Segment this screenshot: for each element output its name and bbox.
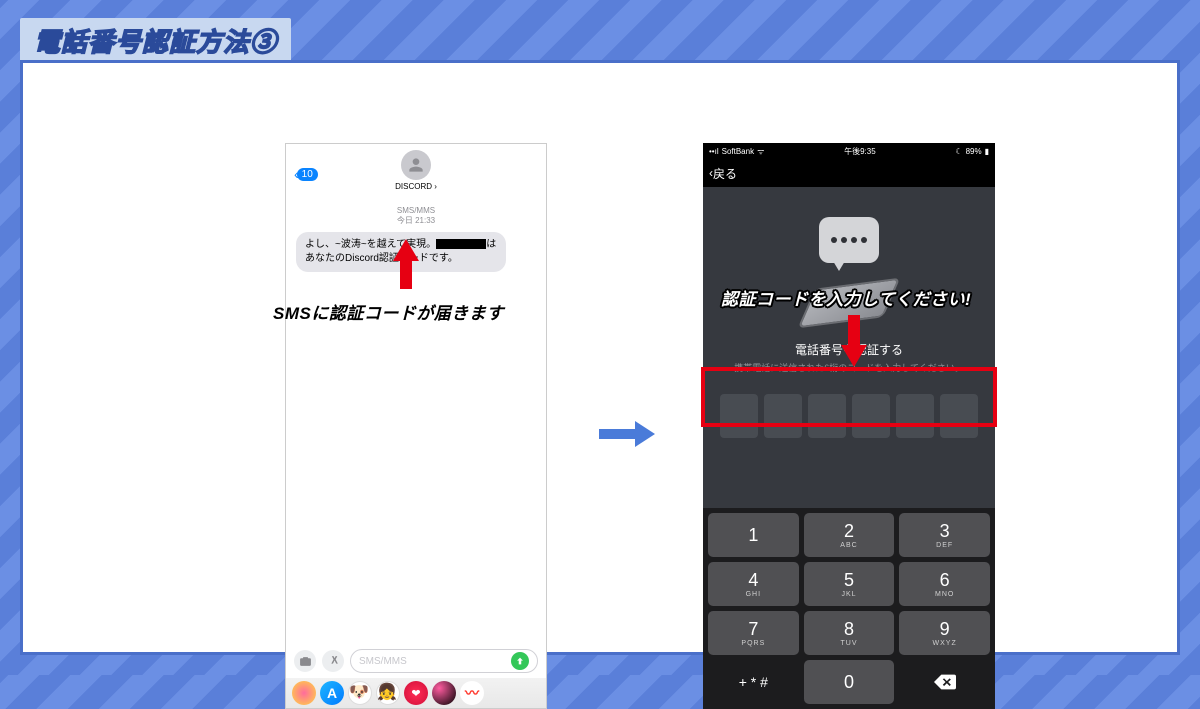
- code-digit-3[interactable]: [808, 394, 846, 438]
- key-8[interactable]: 8TUV: [804, 611, 895, 655]
- key-2[interactable]: 2ABC: [804, 513, 895, 557]
- appstore-button[interactable]: [322, 650, 344, 672]
- appstore-icon: [327, 655, 340, 668]
- discord-back-button[interactable]: ‹ 戻る: [703, 159, 995, 187]
- signal-icon: ••ıl: [709, 147, 719, 156]
- arrow-down-icon: [841, 315, 867, 367]
- tray-app-memoji2[interactable]: 👧: [376, 681, 400, 705]
- annotation-enter-code: 認証コードを入力してください!: [721, 285, 971, 310]
- camera-icon: [299, 655, 312, 668]
- status-time: 午後9:35: [844, 146, 876, 157]
- key-backspace[interactable]: [899, 660, 990, 704]
- content-panel: ‹ 10 DISCORD › SMS/MMS 今日 21:33 よし、~波涛~を…: [20, 60, 1180, 655]
- redacted-code: [436, 239, 486, 249]
- tray-app-stocks[interactable]: 〰: [460, 681, 484, 705]
- arrow-right-icon: [599, 421, 655, 447]
- tray-app-photos[interactable]: [292, 681, 316, 705]
- key-symbols[interactable]: + * #: [708, 660, 799, 704]
- message-placeholder: SMS/MMS: [359, 656, 407, 667]
- send-button[interactable]: [511, 652, 529, 670]
- numeric-keypad: 1 2ABC 3DEF 4GHI 5JKL 6MNO 7PQRS 8TUV 9W…: [703, 508, 995, 709]
- key-0[interactable]: 0: [804, 660, 895, 704]
- code-input-row[interactable]: [714, 388, 984, 444]
- key-6[interactable]: 6MNO: [899, 562, 990, 606]
- tray-app-music[interactable]: [432, 681, 456, 705]
- speech-bubble-icon: [819, 217, 879, 263]
- battery-icon: ▮: [985, 147, 989, 156]
- annotation-sms-arrives: SMSに認証コードが届きます: [273, 299, 504, 324]
- tray-app-memoji[interactable]: 🐶: [348, 681, 372, 705]
- wifi-icon: ᯤ: [757, 146, 764, 157]
- tray-app-heart[interactable]: ❤: [404, 681, 428, 705]
- contact-avatar[interactable]: [401, 150, 431, 180]
- code-digit-5[interactable]: [896, 394, 934, 438]
- arrow-up-icon: [515, 656, 525, 666]
- key-5[interactable]: 5JKL: [804, 562, 895, 606]
- code-digit-2[interactable]: [764, 394, 802, 438]
- backspace-icon: [934, 674, 956, 690]
- message-input-bar: SMS/MMS: [286, 644, 546, 678]
- messages-header: ‹ 10 DISCORD ›: [286, 144, 546, 200]
- arrow-up-icon: [393, 239, 419, 289]
- status-bar: ••ıl SoftBank ᯤ 午後9:35 ☾ 89% ▮: [703, 143, 995, 159]
- message-text-field[interactable]: SMS/MMS: [350, 649, 538, 673]
- code-digit-1[interactable]: [720, 394, 758, 438]
- key-1[interactable]: 1: [708, 513, 799, 557]
- key-7[interactable]: 7PQRS: [708, 611, 799, 655]
- dnd-icon: ☾: [955, 147, 962, 156]
- person-icon: [406, 155, 426, 175]
- unread-count-badge: 10: [297, 168, 318, 181]
- code-digit-4[interactable]: [852, 394, 890, 438]
- contact-name[interactable]: DISCORD ›: [395, 182, 437, 191]
- battery-label: 89%: [966, 147, 982, 156]
- key-3[interactable]: 3DEF: [899, 513, 990, 557]
- imessage-app-tray: A 🐶 👧 ❤ 〰: [286, 678, 546, 708]
- phone-discord-screenshot: ••ıl SoftBank ᯤ 午後9:35 ☾ 89% ▮ ‹ 戻る 電話番号…: [703, 143, 995, 709]
- message-meta: SMS/MMS 今日 21:33: [296, 206, 536, 226]
- key-9[interactable]: 9WXYZ: [899, 611, 990, 655]
- key-4[interactable]: 4GHI: [708, 562, 799, 606]
- tray-app-store[interactable]: A: [320, 681, 344, 705]
- carrier-label: SoftBank: [722, 147, 754, 156]
- phone-messages-screenshot: ‹ 10 DISCORD › SMS/MMS 今日 21:33 よし、~波涛~を…: [285, 143, 547, 709]
- code-digit-6[interactable]: [940, 394, 978, 438]
- messages-back-button[interactable]: ‹ 10: [294, 166, 318, 182]
- camera-button[interactable]: [294, 650, 316, 672]
- tutorial-title-chip: 電話番号認証方法③: [20, 18, 291, 65]
- tutorial-title: 電話番号認証方法③: [34, 27, 277, 57]
